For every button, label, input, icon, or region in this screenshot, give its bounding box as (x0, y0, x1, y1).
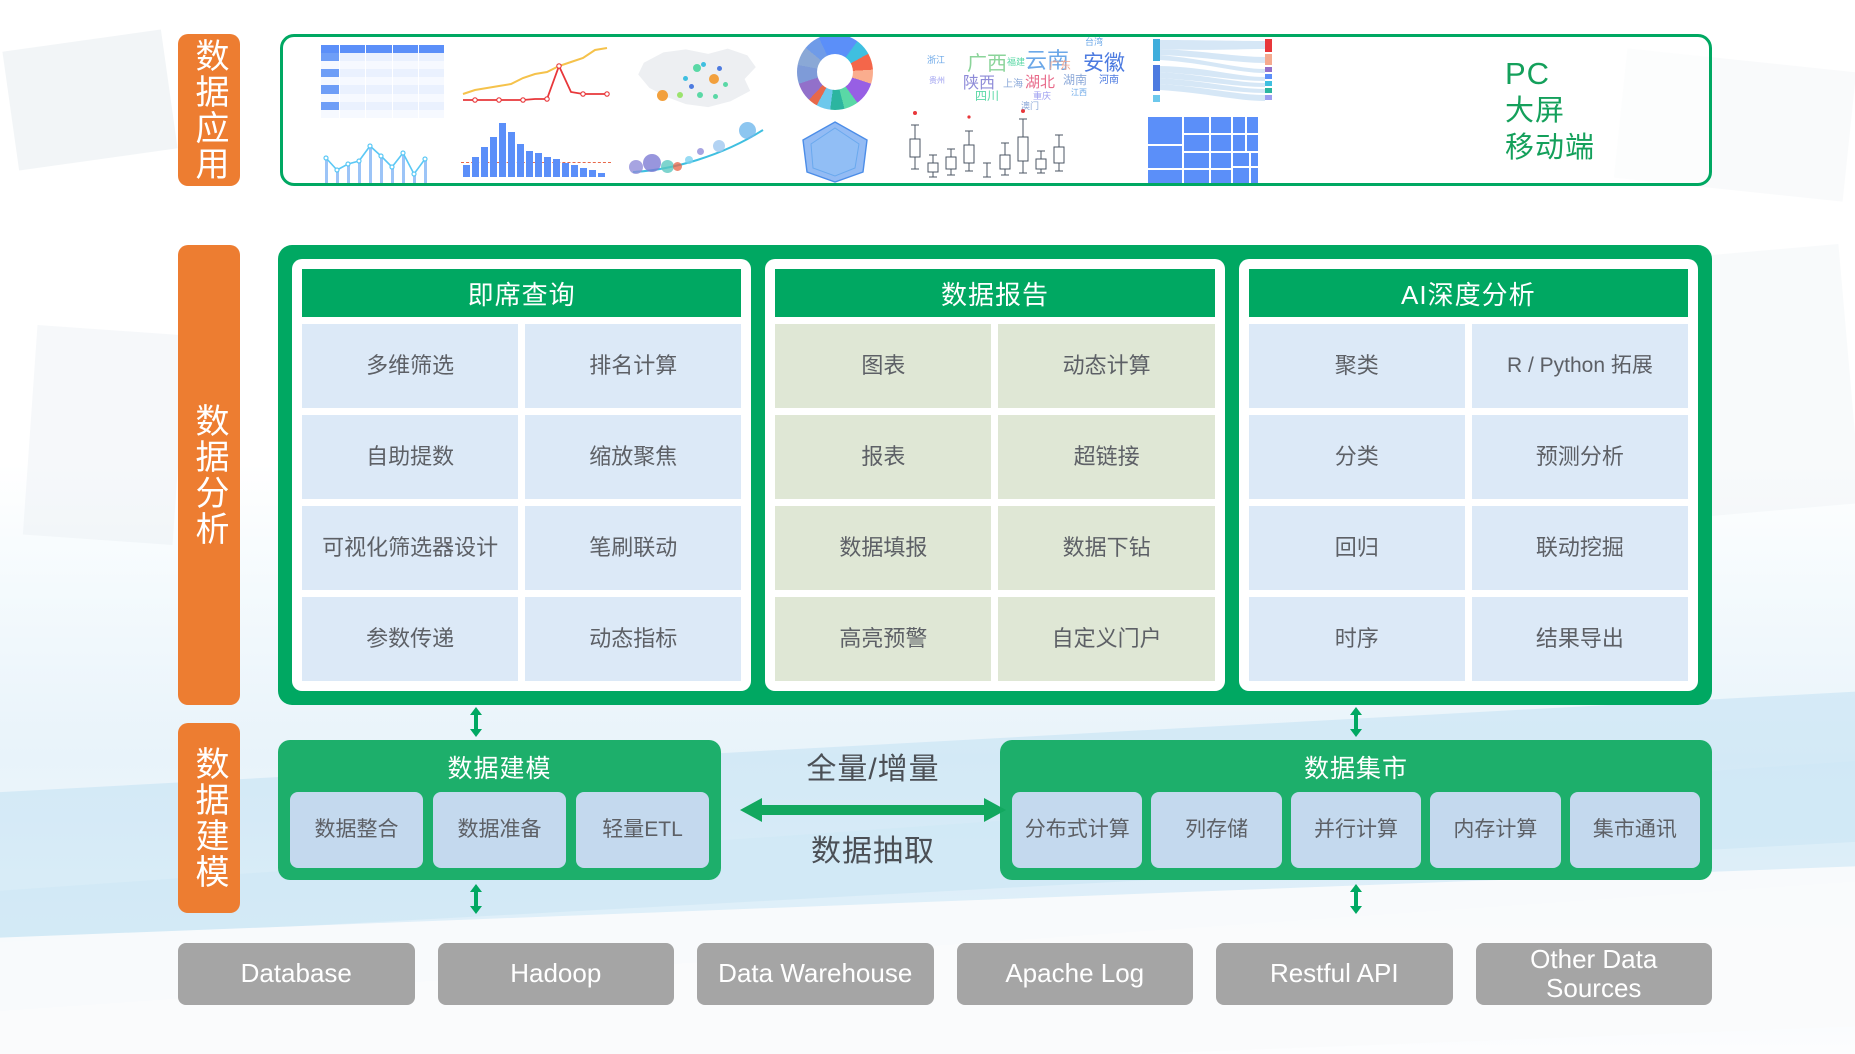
panel-title-ad-hoc-query: 即席查询 (302, 269, 742, 317)
histogram-chart-thumbnail (461, 119, 611, 177)
arrow-analysis-to-data-mart (1348, 707, 1364, 737)
panel-data-report: 数据报告 图表 动态计算 报表 超链接 数据填报 数据下钻 高亮预警 自定义门户 (765, 259, 1225, 691)
application-target-bigscreen: 大屏 (1505, 94, 1566, 127)
feature-cell[interactable]: 自助提数 (302, 415, 519, 499)
word-cloud-thumbnail: 广西 云南 安徽 陕西 湖北 四川 湖南 台湾 河南 重庆 贵州 浙江 广东 福… (907, 36, 1125, 183)
feature-cell[interactable]: 数据填报 (775, 506, 992, 590)
feature-cell[interactable]: 数据下钻 (998, 506, 1215, 590)
panel-grid-ai-deep-analysis: 聚类 R / Python 拓展 分类 预测分析 回归 联动挖掘 时序 结果导出 (1248, 324, 1688, 681)
feature-cell[interactable]: 可视化筛选器设计 (302, 506, 519, 590)
treemap-thumbnail (1147, 115, 1259, 183)
feature-cell[interactable]: 聚类 (1248, 324, 1465, 408)
section-label-data-modeling: 数据建模 (178, 723, 240, 913)
modeling-cell[interactable]: 数据准备 (433, 792, 566, 868)
data-sources-row: Database Hadoop Data Warehouse Apache Lo… (178, 943, 1712, 1005)
feature-cell[interactable]: 动态计算 (998, 324, 1215, 408)
data-application-band: 广西 云南 安徽 陕西 湖北 四川 湖南 台湾 河南 重庆 贵州 浙江 广东 福… (280, 34, 1712, 186)
feature-cell[interactable]: 超链接 (998, 415, 1215, 499)
data-mart-cell[interactable]: 集市通讯 (1569, 792, 1701, 868)
panel-ad-hoc-query: 即席查询 多维筛选 排名计算 自助提数 缩放聚焦 可视化筛选器设计 笔刷联动 参… (292, 259, 752, 691)
arrow-modeling-to-sources (468, 884, 484, 914)
arrow-modeling-to-data-mart (740, 796, 1006, 824)
data-mart-box: 数据集市 分布式计算 列存储 并行计算 内存计算 集市通讯 (1000, 740, 1712, 880)
data-table-thumbnail (321, 45, 446, 183)
panel-ai-deep-analysis: AI深度分析 聚类 R / Python 拓展 分类 预测分析 回归 联动挖掘 … (1238, 259, 1698, 691)
architecture-diagram: 数据应用 数据分析 数据建模 广西 云南 安徽 陕西 湖北 四川 湖南 台湾 河… (0, 0, 1855, 1054)
feature-cell[interactable]: 多维筛选 (302, 324, 519, 408)
wordcloud-term: 浙江 (927, 54, 946, 65)
feature-cell[interactable]: 联动挖掘 (1471, 506, 1688, 590)
feature-cell[interactable]: 图表 (775, 324, 992, 408)
box-plot-thumbnail (909, 108, 1065, 177)
data-source-apache-log[interactable]: Apache Log (956, 943, 1193, 1005)
panel-grid-ad-hoc-query: 多维筛选 排名计算 自助提数 缩放聚焦 可视化筛选器设计 笔刷联动 参数传递 动… (302, 324, 742, 681)
data-source-restful-api[interactable]: Restful API (1216, 943, 1453, 1005)
panel-title-data-report: 数据报告 (775, 269, 1215, 317)
visualization-thumbnail-strip: 广西 云南 安徽 陕西 湖北 四川 湖南 台湾 河南 重庆 贵州 浙江 广东 福… (283, 37, 1479, 183)
wordcloud-term: 台湾 (1085, 36, 1104, 47)
data-modeling-cells: 数据整合 数据准备 轻量ETL (290, 792, 709, 868)
wordcloud-term: 河南 (1099, 74, 1119, 86)
wordcloud-term: 福建 (1007, 56, 1026, 67)
feature-cell[interactable]: 动态指标 (525, 597, 742, 681)
feature-cell[interactable]: 预测分析 (1471, 415, 1688, 499)
modeling-cell[interactable]: 数据整合 (290, 792, 423, 868)
panel-grid-data-report: 图表 动态计算 报表 超链接 数据填报 数据下钻 高亮预警 自定义门户 (775, 324, 1215, 681)
wordcloud-term: 贵州 (929, 75, 945, 85)
data-analysis-container: 即席查询 多维筛选 排名计算 自助提数 缩放聚焦 可视化筛选器设计 笔刷联动 参… (278, 245, 1712, 705)
feature-cell[interactable]: 笔刷联动 (525, 506, 742, 590)
arrow-analysis-to-modeling (468, 707, 484, 737)
feature-cell[interactable]: 时序 (1248, 597, 1465, 681)
link-label-full-incremental: 全量/增量 (806, 753, 940, 786)
feature-cell[interactable]: 分类 (1248, 415, 1465, 499)
application-target-pc: PC (1505, 55, 1551, 91)
feature-cell[interactable]: 参数传递 (302, 597, 519, 681)
section-label-data-analysis: 数据分析 (178, 245, 240, 705)
modeling-cell[interactable]: 轻量ETL (576, 792, 709, 868)
data-mart-cell[interactable]: 内存计算 (1430, 792, 1561, 868)
bubble-scatter-thumbnail (627, 118, 767, 178)
sankey-diagram-thumbnail (1147, 37, 1297, 183)
data-source-hadoop[interactable]: Hadoop (437, 943, 674, 1005)
data-mart-cells: 分布式计算 列存储 并行计算 内存计算 集市通讯 (1012, 792, 1701, 868)
radar-chart-thumbnail (802, 121, 868, 183)
data-mart-cell[interactable]: 并行计算 (1290, 792, 1422, 868)
data-source-data-warehouse[interactable]: Data Warehouse (697, 943, 934, 1005)
data-mart-title: 数据集市 (1303, 755, 1408, 783)
wordcloud-term: 四川 (975, 88, 1000, 103)
wordcloud-term: 上海 (1003, 78, 1023, 90)
feature-cell[interactable]: 回归 (1248, 506, 1465, 590)
application-target-list: PC 大屏 移动端 (1479, 37, 1709, 183)
data-source-other[interactable]: Other Data Sources (1475, 943, 1712, 1005)
link-label-data-extraction: 数据抽取 (811, 835, 935, 868)
section-label-data-application: 数据应用 (178, 34, 240, 186)
wordcloud-term: 澳门 (1021, 100, 1040, 111)
feature-cell[interactable]: 缩放聚焦 (525, 415, 742, 499)
feature-cell[interactable]: 高亮预警 (775, 597, 992, 681)
data-mart-cell[interactable]: 分布式计算 (1012, 792, 1143, 868)
data-modeling-box: 数据建模 数据整合 数据准备 轻量ETL (278, 740, 721, 880)
wordcloud-term: 湖南 (1063, 72, 1088, 87)
dual-line-chart-thumbnail (461, 44, 611, 177)
data-source-database[interactable]: Database (178, 943, 415, 1005)
application-target-mobile: 移动端 (1505, 131, 1596, 164)
donut-chart-thumbnail (791, 37, 879, 183)
feature-cell[interactable]: 自定义门户 (998, 597, 1215, 681)
feature-cell[interactable]: 报表 (775, 415, 992, 499)
wordcloud-term: 江西 (1071, 87, 1087, 97)
wordcloud-term: 广东 (1049, 59, 1071, 72)
data-mart-cell[interactable]: 列存储 (1151, 792, 1282, 868)
feature-cell[interactable]: 排名计算 (525, 324, 742, 408)
china-map-bubble-thumbnail (627, 42, 767, 178)
feature-cell[interactable]: 结果导出 (1471, 597, 1688, 681)
feature-cell[interactable]: R / Python 拓展 (1471, 324, 1688, 408)
arrow-data-mart-to-sources (1348, 884, 1364, 914)
data-modeling-title: 数据建模 (447, 755, 552, 783)
sparkline-chart-thumbnail (321, 124, 441, 183)
panel-title-ai-deep-analysis: AI深度分析 (1248, 269, 1688, 317)
